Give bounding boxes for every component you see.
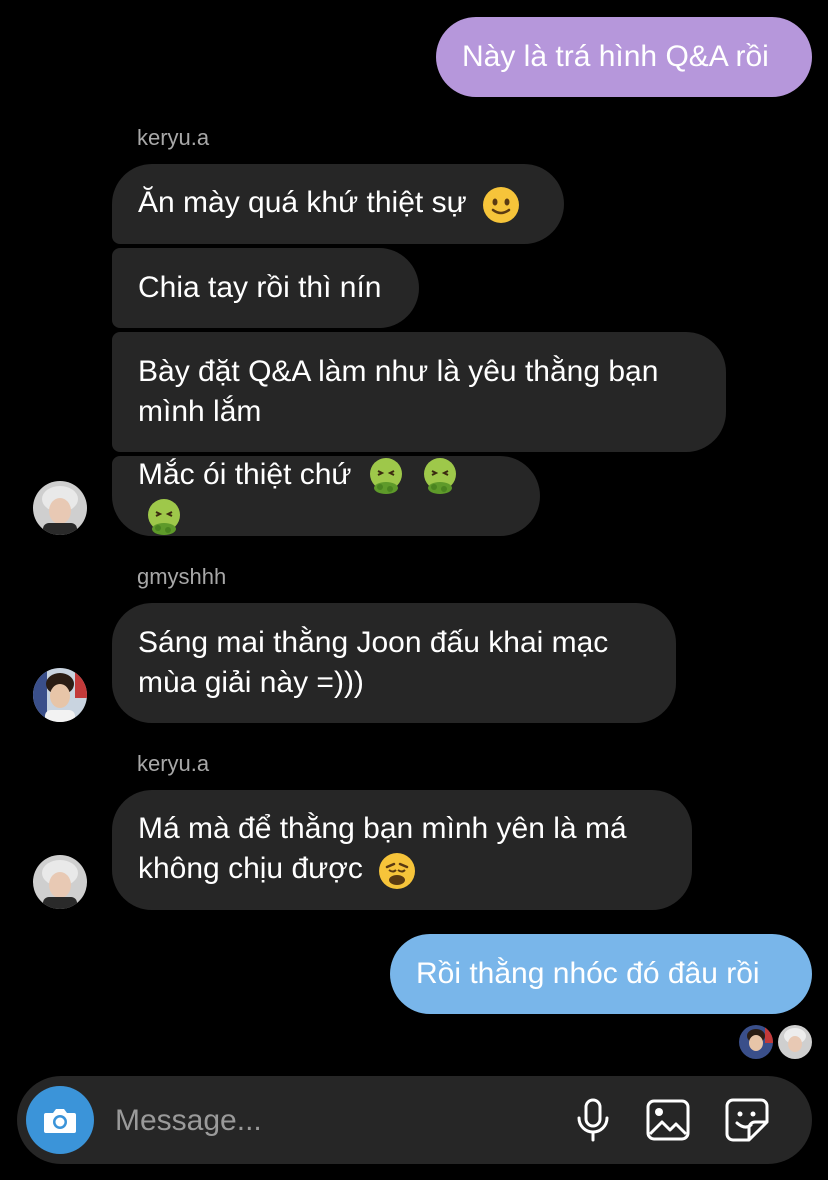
avatar-image <box>778 1025 812 1059</box>
nauseated-face-icon <box>369 458 402 494</box>
avatar-image <box>739 1025 773 1059</box>
avatar[interactable] <box>33 668 87 722</box>
camera-icon <box>44 1109 76 1133</box>
message-text: Rồi thằng nhóc đó đâu rồi <box>416 957 760 990</box>
sticker-icon <box>725 1098 769 1142</box>
incoming-message[interactable]: Má mà để thằng bạn mình yên là má không … <box>112 790 692 910</box>
sticker-button[interactable] <box>723 1096 771 1144</box>
sender-name: gmyshhh <box>137 564 227 589</box>
image-icon <box>646 1099 690 1141</box>
avatar[interactable] <box>33 855 87 909</box>
nauseated-face-icon <box>424 458 457 494</box>
slightly-smiling-face-icon <box>483 186 519 223</box>
message-input[interactable] <box>113 1098 537 1144</box>
seen-by-avatar <box>778 1025 812 1059</box>
microphone-icon <box>577 1098 609 1142</box>
message-row: Mắc ói thiệt chứ <box>138 455 514 537</box>
message-line: Má mà để thằng bạn mình yên là má <box>138 812 627 846</box>
message-line: Bày đặt Q&A làm như là yêu thằng bạn <box>138 355 659 388</box>
message-row: không chịu được <box>138 849 666 890</box>
incoming-message[interactable]: Bày đặt Q&A làm như là yêu thằng bạn mìn… <box>112 332 726 452</box>
weary-face-icon <box>379 852 416 889</box>
avatar-image <box>33 855 87 909</box>
gallery-button[interactable] <box>644 1096 692 1144</box>
message-text: Này là trá hình Q&A rồi <box>462 40 769 73</box>
outgoing-message[interactable]: Này là trá hình Q&A rồi <box>436 17 812 97</box>
avatar-image <box>33 668 87 722</box>
message-line: mùa giải này =))) <box>138 666 364 699</box>
incoming-message[interactable]: Chia tay rồi thì nín <box>112 248 419 328</box>
message-row: Ăn mày quá khứ thiệt sự <box>138 183 538 224</box>
sender-name: keryu.a <box>137 125 210 150</box>
microphone-button[interactable] <box>569 1096 617 1144</box>
message-composer <box>17 1076 812 1164</box>
outgoing-message[interactable]: Rồi thằng nhóc đó đâu rồi <box>390 934 812 1014</box>
avatar[interactable] <box>33 481 87 535</box>
incoming-message[interactable]: Sáng mai thằng Joon đấu khai mạc mùa giả… <box>112 603 676 723</box>
message-line: không chịu được <box>138 852 363 886</box>
seen-by-avatar <box>739 1025 773 1059</box>
avatar-image <box>33 481 87 535</box>
message-text: Mắc ói thiệt chứ <box>138 457 352 491</box>
incoming-message[interactable]: Ăn mày quá khứ thiệt sự <box>112 164 564 244</box>
message-text: Chia tay rồi thì nín <box>138 271 382 304</box>
message-text: Ăn mày quá khứ thiệt sự <box>138 186 467 220</box>
message-line: Sáng mai thằng Joon đấu khai mạc <box>138 626 609 659</box>
sender-name: keryu.a <box>137 751 210 776</box>
camera-button[interactable] <box>26 1086 94 1154</box>
message-line: mình lắm <box>138 395 262 428</box>
incoming-message[interactable]: Mắc ói thiệt chứ <box>112 456 540 536</box>
nauseated-face-icon <box>148 499 180 536</box>
